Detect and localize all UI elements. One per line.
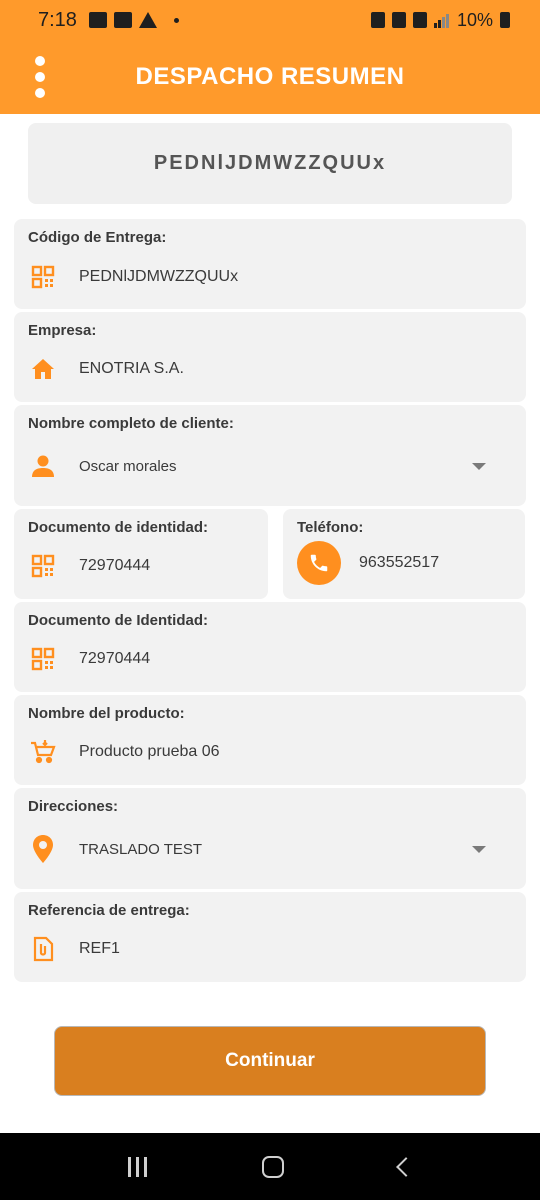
battery-icon [500,12,510,28]
home-button-icon[interactable] [261,1155,284,1178]
address-value: TRASLADO TEST [79,840,203,858]
id-document-value: 72970444 [79,557,151,574]
qr-code-icon [30,646,56,672]
warning-icon [138,12,157,28]
phone-value: 963552517 [359,554,440,571]
product-name-value: Producto prueba 06 [79,743,220,760]
field-label: Direcciones: [28,798,119,815]
address-card[interactable]: Direcciones: TRASLADO TEST [14,788,526,889]
delivery-code-value: PEDNlJDMWZZQUUx [79,268,239,285]
person-icon [30,453,56,479]
mute-icon [391,12,406,28]
company-value: ENOTRIA S.A. [79,360,184,377]
app-bar: DESPACHO RESUMEN [0,40,540,114]
status-notification-icons [88,12,179,28]
location-pin-icon [30,835,56,863]
client-name-value: Oscar morales [79,457,177,475]
id-document-card-2: Documento de Identidad: 72970444 [14,602,526,692]
id-document-card: Documento de identidad: 72970444 [14,509,268,599]
more-notifications-dot [173,17,179,23]
more-vert-icon[interactable] [28,56,52,98]
cart-icon [30,739,56,765]
status-system-icons: 10% [370,9,510,31]
field-label: Teléfono: [297,519,364,536]
field-label: Nombre completo de cliente: [28,415,234,432]
delivery-code-card: Código de Entrega: PEDNlJDMWZZQUUx [14,219,526,309]
battery-percent: 10% [456,9,493,30]
client-name-card[interactable]: Nombre completo de cliente: Oscar morale… [14,405,526,506]
company-card: Empresa: ENOTRIA S.A. [14,312,526,402]
home-icon [30,356,56,382]
back-icon[interactable] [395,1156,416,1177]
field-label: Nombre del producto: [28,705,185,722]
delivery-code-banner: PEDNlJDMWZZQUUx [28,123,512,204]
status-bar: 7:18 10% [0,0,540,40]
delivery-reference-value: REF1 [79,940,120,957]
gallery-icon [88,12,107,28]
field-label: Documento de identidad: [28,519,208,536]
field-label: Empresa: [28,322,97,339]
field-label: Código de Entrega: [28,229,167,246]
attachment-file-icon [30,936,56,962]
phone-icon[interactable] [297,541,341,585]
field-label: Documento de Identidad: [28,612,208,629]
system-nav-bar [0,1133,540,1200]
dropdown-caret-icon[interactable] [472,846,486,853]
dropdown-caret-icon[interactable] [472,463,486,470]
alarm-icon [370,12,385,28]
status-time: 7:18 [38,8,77,31]
product-name-card: Nombre del producto: Producto prueba 06 [14,695,526,785]
qr-code-icon [30,553,56,579]
signal-icon [433,14,449,28]
data-icon [412,12,427,28]
voicemail-icon [113,12,132,28]
delivery-reference-card: Referencia de entrega: REF1 [14,892,526,982]
page-title: DESPACHO RESUMEN [135,63,405,90]
phone-card: Teléfono: 963552517 [283,509,525,599]
id-document-value-2: 72970444 [79,650,151,667]
field-label: Referencia de entrega: [28,902,190,919]
continue-button[interactable]: Continuar [54,1026,486,1096]
recent-apps-icon[interactable] [127,1156,147,1177]
qr-code-icon [30,264,56,290]
